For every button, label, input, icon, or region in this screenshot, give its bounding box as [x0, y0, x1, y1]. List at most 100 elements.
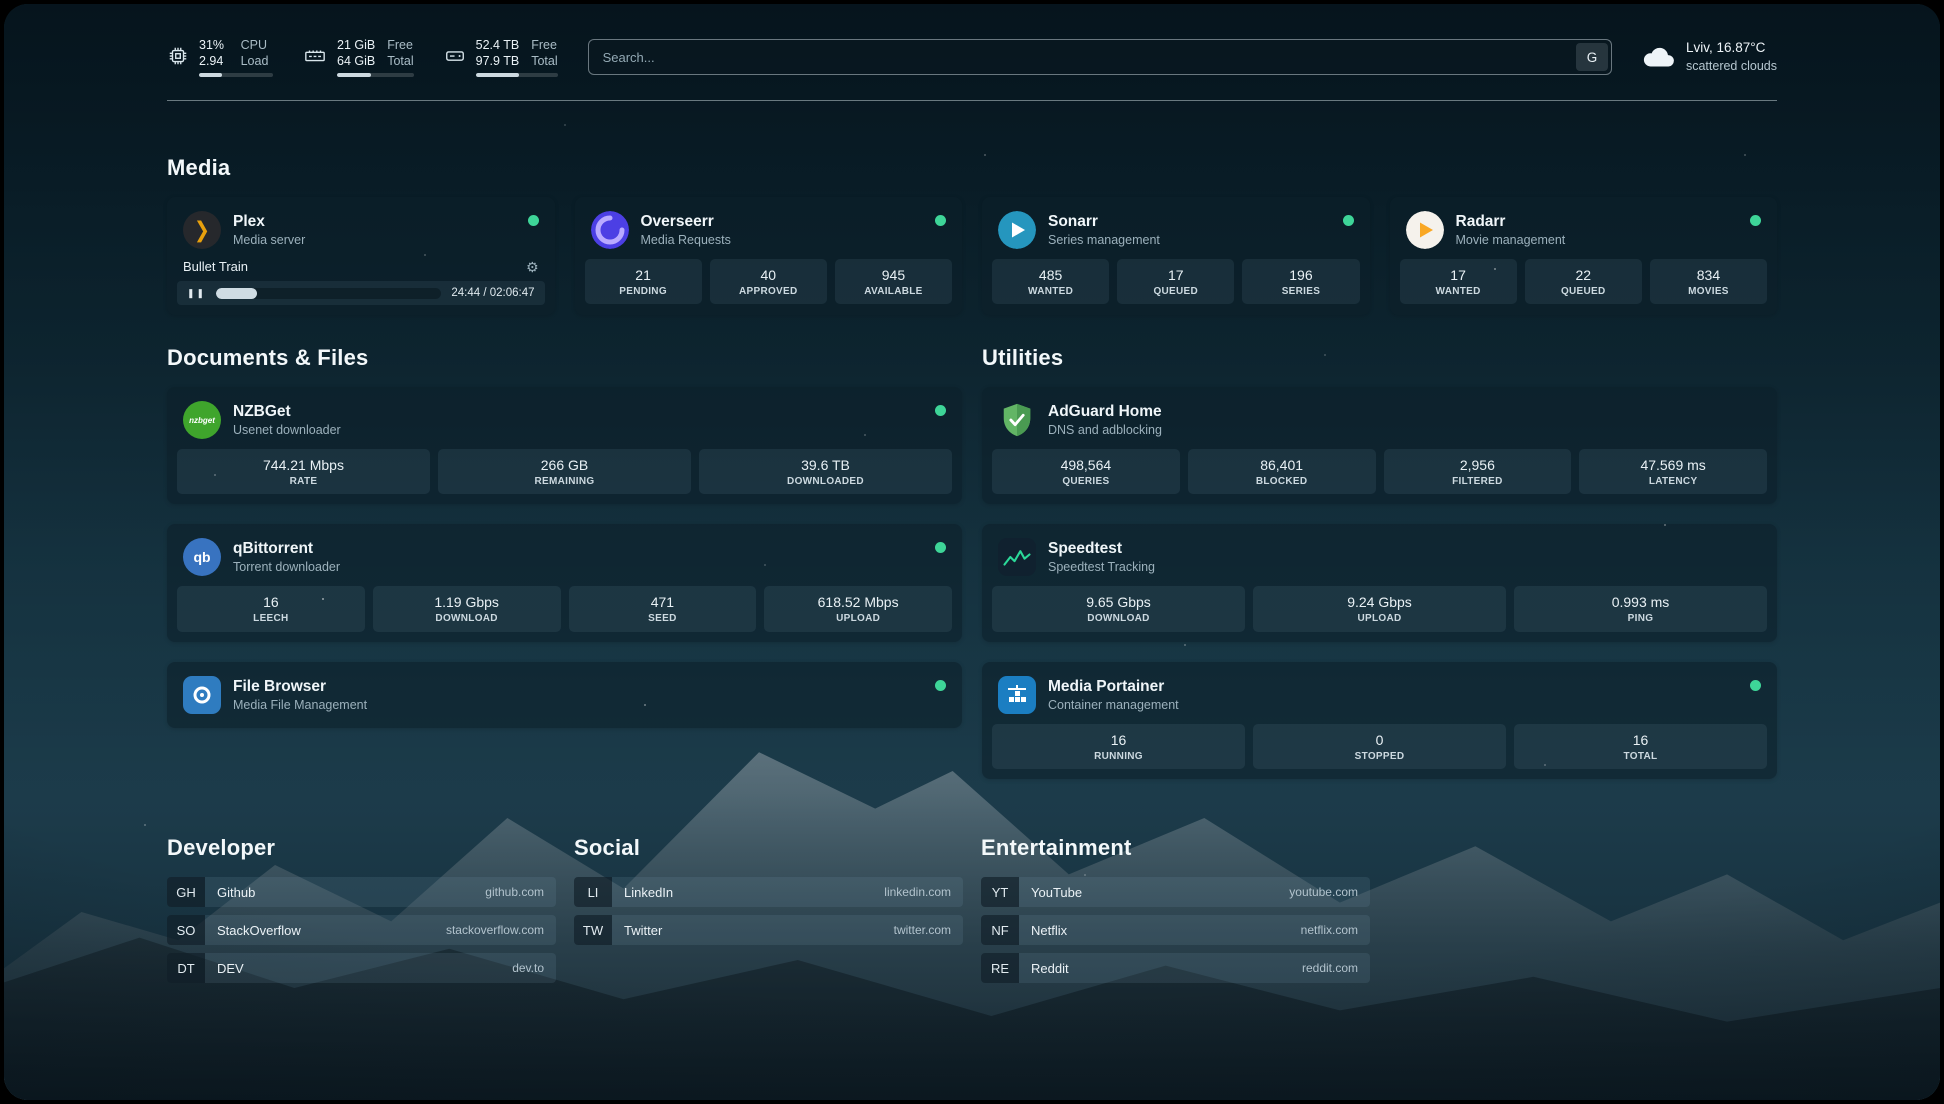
- stat-box: 498,564QUERIES: [992, 449, 1180, 494]
- pause-button[interactable]: ❚❚: [187, 289, 206, 298]
- stat-label: PENDING: [589, 285, 698, 299]
- disk-widget: 52.4 TB Free 97.9 TB Total: [444, 37, 558, 78]
- section-title-media: Media: [167, 155, 1777, 181]
- stat-value: 0.993 ms: [1518, 593, 1763, 612]
- service-name: AdGuard Home: [1048, 402, 1162, 422]
- memory-progress-bar: [337, 73, 414, 77]
- cpu-progress-bar: [199, 73, 273, 77]
- stat-value: 744.21 Mbps: [181, 456, 426, 475]
- status-dot: [935, 405, 946, 416]
- service-name: Media Portainer: [1048, 677, 1179, 697]
- sonarr-icon: [998, 211, 1036, 249]
- service-text: Media Portainer Container management: [1048, 677, 1179, 713]
- stat-label: BLOCKED: [1192, 475, 1372, 489]
- service-stats: 485WANTED 17QUEUED 196SERIES: [992, 259, 1360, 304]
- bookmark-twitter[interactable]: TW Twitter twitter.com: [574, 915, 963, 945]
- stat-value: 498,564: [996, 456, 1176, 475]
- stat-label: LATENCY: [1583, 475, 1763, 489]
- filebrowser-icon: [183, 676, 221, 714]
- card-portainer[interactable]: Media Portainer Container management 16R…: [982, 662, 1777, 779]
- card-plex[interactable]: ❯ Plex Media server Bullet Train ⚙ ❚❚: [167, 197, 555, 315]
- stat-box: 196SERIES: [1242, 259, 1359, 304]
- service-description: Container management: [1048, 697, 1179, 713]
- service-description: DNS and adblocking: [1048, 422, 1162, 438]
- bookmark-netflix[interactable]: NF Netflix netflix.com: [981, 915, 1370, 945]
- stat-value: 266 GB: [442, 456, 687, 475]
- card-nzbget[interactable]: nzbget NZBGet Usenet downloader 744.21 M…: [167, 387, 962, 504]
- bookmark-group-title: Social: [574, 835, 963, 861]
- bookmark-abbr: GH: [167, 877, 205, 907]
- bookmark-abbr: DT: [167, 953, 205, 983]
- now-playing-header: Bullet Train ⚙: [177, 259, 545, 281]
- status-dot: [935, 215, 946, 226]
- card-adguard[interactable]: AdGuard Home DNS and adblocking 498,564Q…: [982, 387, 1777, 504]
- bookmark-group-title: Entertainment: [981, 835, 1370, 861]
- bookmark-reddit[interactable]: RE Reddit reddit.com: [981, 953, 1370, 983]
- stat-label: SEED: [573, 612, 753, 626]
- stat-value: 22: [1529, 266, 1638, 285]
- documents-cards: nzbget NZBGet Usenet downloader 744.21 M…: [167, 387, 962, 728]
- bookmark-linkedin[interactable]: LI LinkedIn linkedin.com: [574, 877, 963, 907]
- card-sonarr[interactable]: Sonarr Series management 485WANTED 17QUE…: [982, 197, 1370, 315]
- stat-box: 0STOPPED: [1253, 724, 1506, 769]
- bookmark-name: Twitter: [612, 923, 662, 938]
- weather-widget: Lviv, 16.87°C scattered clouds: [1642, 39, 1777, 74]
- gear-icon[interactable]: ⚙: [526, 260, 539, 274]
- stat-box: 16LEECH: [177, 586, 365, 631]
- card-header: qb qBittorrent Torrent downloader: [177, 534, 952, 586]
- cloud-icon: [1642, 45, 1676, 69]
- stat-value: 86,401: [1192, 456, 1372, 475]
- bookmark-dev[interactable]: DT DEV dev.to: [167, 953, 556, 983]
- card-header: Overseerr Media Requests: [585, 207, 953, 259]
- bookmark-group-title: Developer: [167, 835, 556, 861]
- bookmark-rows: YT YouTube youtube.com NF Netflix netfli…: [981, 877, 1370, 983]
- bookmark-name: DEV: [205, 961, 244, 976]
- bookmark-name: LinkedIn: [612, 885, 673, 900]
- search-provider-button[interactable]: G: [1576, 43, 1608, 71]
- bookmark-github[interactable]: GH Github github.com: [167, 877, 556, 907]
- stat-value: 471: [573, 593, 753, 612]
- service-text: NZBGet Usenet downloader: [233, 402, 341, 438]
- disk-free-label: Free: [531, 37, 557, 53]
- card-qbittorrent[interactable]: qb qBittorrent Torrent downloader 16LEEC…: [167, 524, 962, 641]
- bookmark-group-empty: [1388, 835, 1777, 983]
- bookmark-url: youtube.com: [1289, 885, 1370, 899]
- status-dot: [1343, 215, 1354, 226]
- service-description: Torrent downloader: [233, 559, 340, 575]
- stat-box: 9.24 GbpsUPLOAD: [1253, 586, 1506, 631]
- service-description: Series management: [1048, 232, 1160, 248]
- memory-icon: [303, 45, 327, 67]
- cpu-usage-label: CPU: [241, 37, 273, 53]
- section-media: Media ❯ Plex Media server Bullet Train: [167, 155, 1777, 315]
- card-radarr[interactable]: Radarr Movie management 17WANTED 22QUEUE…: [1390, 197, 1778, 315]
- bookmark-youtube[interactable]: YT YouTube youtube.com: [981, 877, 1370, 907]
- overseerr-icon: [591, 211, 629, 249]
- stat-box: 945AVAILABLE: [835, 259, 952, 304]
- stat-box: 47.569 msLATENCY: [1579, 449, 1767, 494]
- stat-value: 485: [996, 266, 1105, 285]
- card-speedtest[interactable]: Speedtest Speedtest Tracking 9.65 GbpsDO…: [982, 524, 1777, 641]
- stat-value: 0: [1257, 731, 1502, 750]
- bookmark-stackoverflow[interactable]: SO StackOverflow stackoverflow.com: [167, 915, 556, 945]
- stat-value: 17: [1121, 266, 1230, 285]
- search-input[interactable]: [588, 39, 1612, 75]
- card-header: AdGuard Home DNS and adblocking: [992, 397, 1767, 449]
- bookmark-abbr: TW: [574, 915, 612, 945]
- card-filebrowser[interactable]: File Browser Media File Management: [167, 662, 962, 728]
- stat-value: 39.6 TB: [703, 456, 948, 475]
- service-name: Plex: [233, 212, 305, 232]
- stat-value: 618.52 Mbps: [768, 593, 948, 612]
- status-dot: [1750, 680, 1761, 691]
- stat-label: AVAILABLE: [839, 285, 948, 299]
- nzbget-icon: nzbget: [183, 401, 221, 439]
- playback-progress[interactable]: [216, 288, 441, 299]
- stat-label: DOWNLOAD: [377, 612, 557, 626]
- card-overseerr[interactable]: Overseerr Media Requests 21PENDING 40APP…: [575, 197, 963, 315]
- stat-value: 21: [589, 266, 698, 285]
- stat-box: 9.65 GbpsDOWNLOAD: [992, 586, 1245, 631]
- service-text: Radarr Movie management: [1456, 212, 1566, 248]
- status-dot: [1750, 215, 1761, 226]
- bookmark-url: netflix.com: [1301, 923, 1370, 937]
- cpu-stats: 31% CPU 2.94 Load: [199, 37, 273, 78]
- stat-box: 618.52 MbpsUPLOAD: [764, 586, 952, 631]
